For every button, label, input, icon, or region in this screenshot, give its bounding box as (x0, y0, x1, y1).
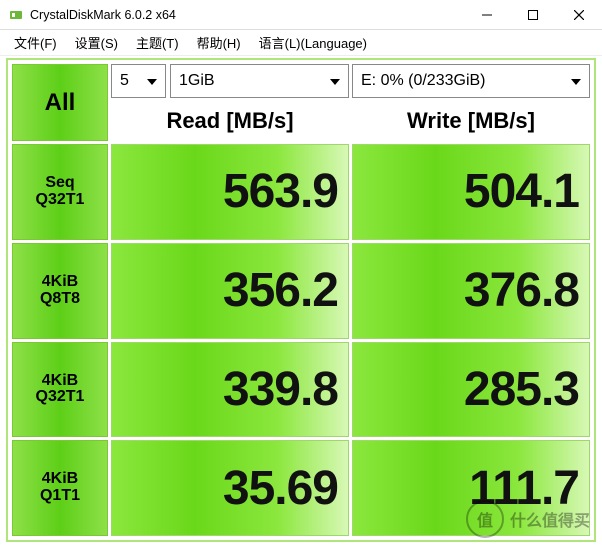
4kib-q1t1-write: 111.7 (352, 440, 590, 536)
loops-value: 5 (120, 72, 129, 90)
menu-language[interactable]: 语言(L)(Language) (251, 31, 375, 54)
loops-select[interactable]: 5 (111, 64, 166, 98)
4kib-q1t1-read: 35.69 (111, 440, 349, 536)
test-label-line2: Q32T1 (36, 192, 85, 209)
read-header: Read [MB/s] (111, 101, 349, 141)
menubar: 文件(F) 设置(S) 主题(T) 帮助(H) 语言(L)(Language) (0, 30, 602, 56)
test-label-line2: Q32T1 (36, 389, 85, 406)
seq-q32t1-write: 504.1 (352, 144, 590, 240)
chevron-down-icon (326, 72, 344, 90)
run-4kib-q32t1-button[interactable]: 4KiB Q32T1 (12, 342, 108, 438)
client-area: All 5 1GiB E: 0% (0/233GiB) (6, 58, 596, 542)
run-4kib-q1t1-button[interactable]: 4KiB Q1T1 (12, 440, 108, 536)
test-label-line2: Q1T1 (40, 488, 80, 505)
titlebar: CrystalDiskMark 6.0.2 x64 (0, 0, 602, 30)
run-seq-q32t1-button[interactable]: Seq Q32T1 (12, 144, 108, 240)
run-4kib-q8t8-button[interactable]: 4KiB Q8T8 (12, 243, 108, 339)
menu-file[interactable]: 文件(F) (6, 31, 65, 54)
seq-q32t1-read: 563.9 (111, 144, 349, 240)
menu-settings[interactable]: 设置(S) (67, 31, 126, 54)
all-label: All (45, 90, 76, 115)
close-button[interactable] (556, 0, 602, 30)
window-title: CrystalDiskMark 6.0.2 x64 (30, 8, 176, 22)
test-label-line1: 4KiB (42, 471, 78, 488)
window-controls (464, 0, 602, 30)
4kib-q32t1-read: 339.8 (111, 342, 349, 438)
test-size-select[interactable]: 1GiB (170, 64, 349, 98)
test-size-value: 1GiB (179, 72, 215, 90)
maximize-button[interactable] (510, 0, 556, 30)
app-icon (8, 7, 24, 23)
write-header: Write [MB/s] (352, 101, 590, 141)
chevron-down-icon (567, 72, 585, 90)
test-label-line2: Q8T8 (40, 291, 80, 308)
4kib-q8t8-read: 356.2 (111, 243, 349, 339)
menu-help[interactable]: 帮助(H) (189, 31, 249, 54)
menu-theme[interactable]: 主题(T) (128, 31, 187, 54)
drive-value: E: 0% (0/233GiB) (361, 72, 486, 90)
minimize-button[interactable] (464, 0, 510, 30)
chevron-down-icon (143, 72, 161, 90)
test-label-line1: 4KiB (42, 373, 78, 390)
test-label-line1: Seq (45, 175, 74, 192)
test-label-line1: 4KiB (42, 274, 78, 291)
4kib-q32t1-write: 285.3 (352, 342, 590, 438)
selects-left: 5 1GiB (111, 64, 349, 98)
selects-right: E: 0% (0/233GiB) (352, 64, 590, 98)
drive-select[interactable]: E: 0% (0/233GiB) (352, 64, 590, 98)
run-all-button[interactable]: All (12, 64, 108, 141)
4kib-q8t8-write: 376.8 (352, 243, 590, 339)
